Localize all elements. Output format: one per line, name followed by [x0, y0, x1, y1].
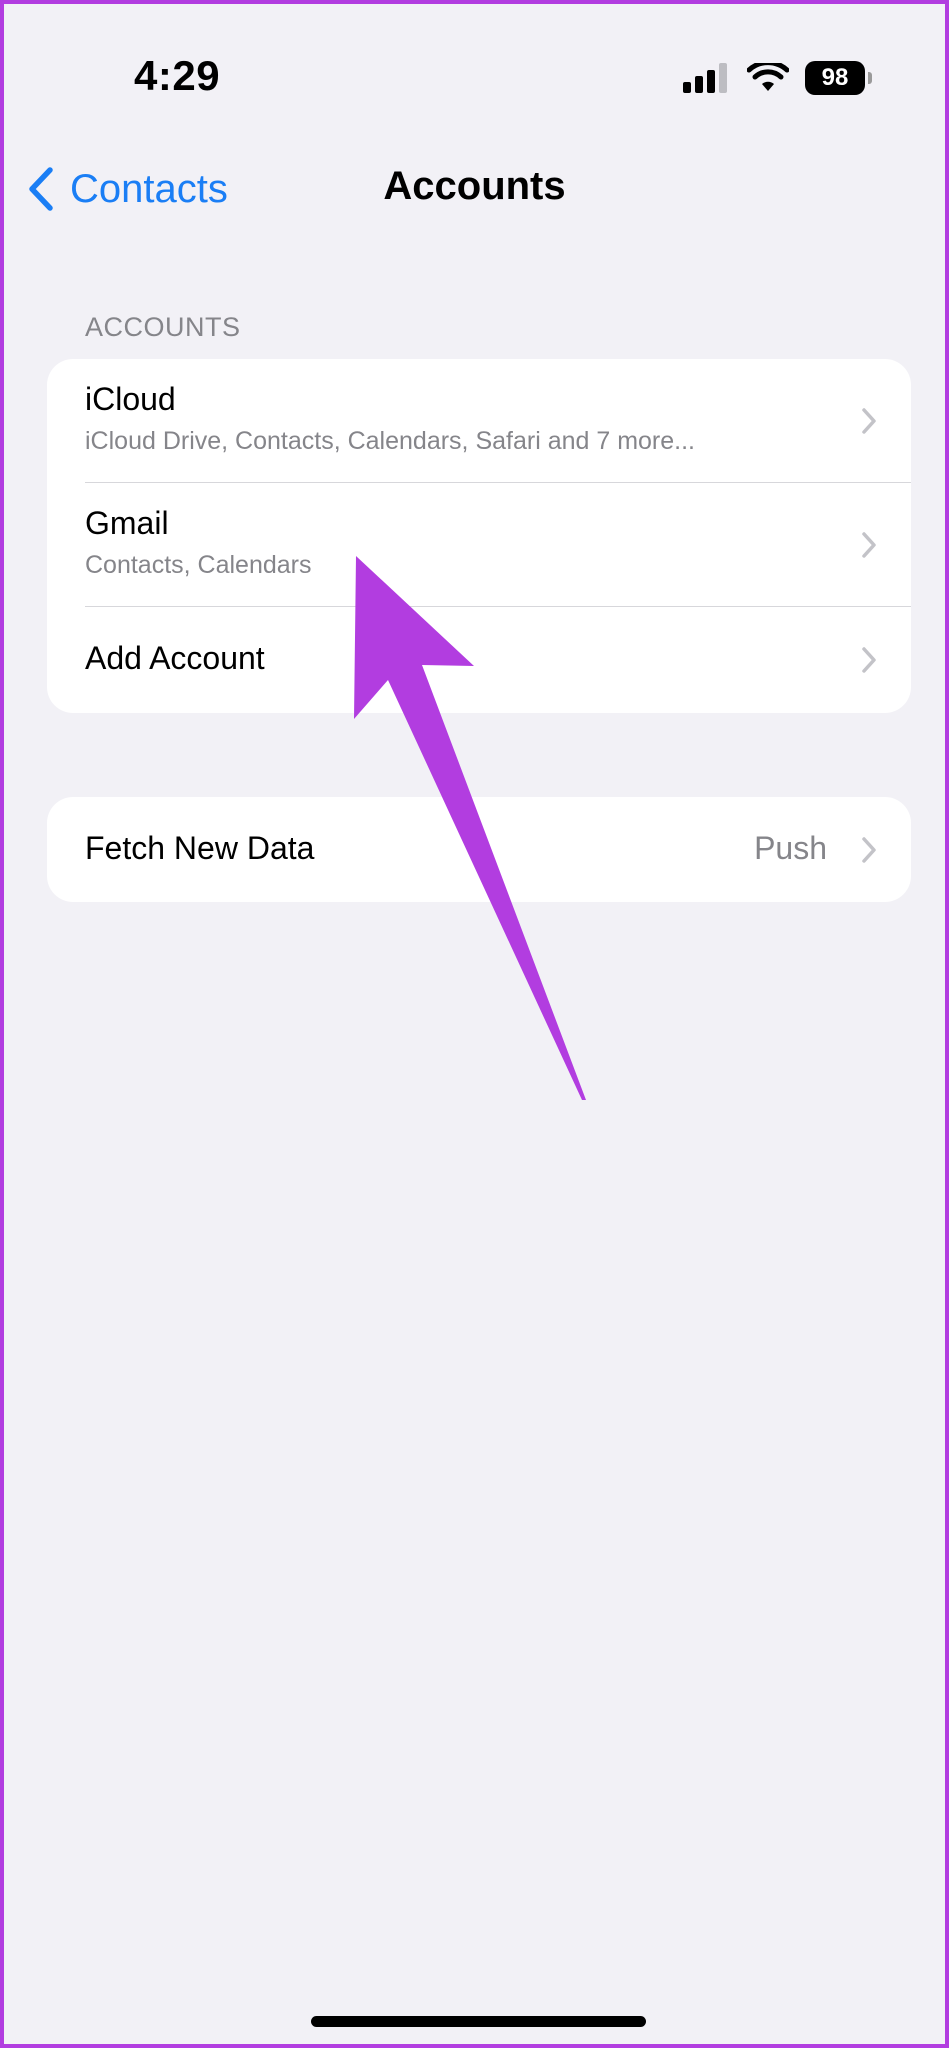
account-row-title: Gmail	[85, 505, 169, 541]
annotation-arrow-icon	[354, 556, 586, 1100]
fetch-new-data-value: Push	[754, 830, 827, 866]
accounts-list: iCloud iCloud Drive, Contacts, Calendars…	[47, 359, 911, 713]
page-title: Accounts	[383, 164, 566, 208]
account-row-subtitle: iCloud Drive, Contacts, Calendars, Safar…	[85, 427, 695, 455]
fetch-new-data-label: Fetch New Data	[85, 830, 315, 866]
fetch-settings-group: Fetch New Data Push	[47, 797, 911, 902]
cellular-signal-icon	[683, 63, 727, 93]
fetch-new-data-row[interactable]: Fetch New Data Push	[47, 797, 911, 902]
battery-cap	[868, 72, 872, 84]
status-icons: 98	[683, 60, 872, 96]
section-header-accounts: ACCOUNTS	[85, 312, 241, 342]
add-account-row[interactable]: Add Account	[47, 607, 911, 713]
account-row-subtitle: Contacts, Calendars	[85, 551, 312, 579]
chevron-right-icon	[862, 408, 876, 434]
battery-icon: 98	[805, 61, 872, 95]
chevron-right-icon	[862, 647, 876, 673]
account-row-title: iCloud	[85, 381, 176, 417]
wifi-icon	[747, 63, 789, 91]
battery-level: 98	[821, 64, 849, 91]
account-row-icloud[interactable]: iCloud iCloud Drive, Contacts, Calendars…	[47, 359, 911, 483]
screen: 4:29 98 Contacts Accounts ACCOUNTS iClou…	[0, 0, 949, 2048]
account-row-gmail[interactable]: Gmail Contacts, Calendars	[47, 483, 911, 607]
add-account-label: Add Account	[85, 640, 265, 676]
status-time: 4:29	[134, 52, 221, 99]
chevron-right-icon	[862, 532, 876, 558]
chevron-right-icon	[862, 837, 876, 863]
home-indicator[interactable]	[311, 2016, 646, 2027]
